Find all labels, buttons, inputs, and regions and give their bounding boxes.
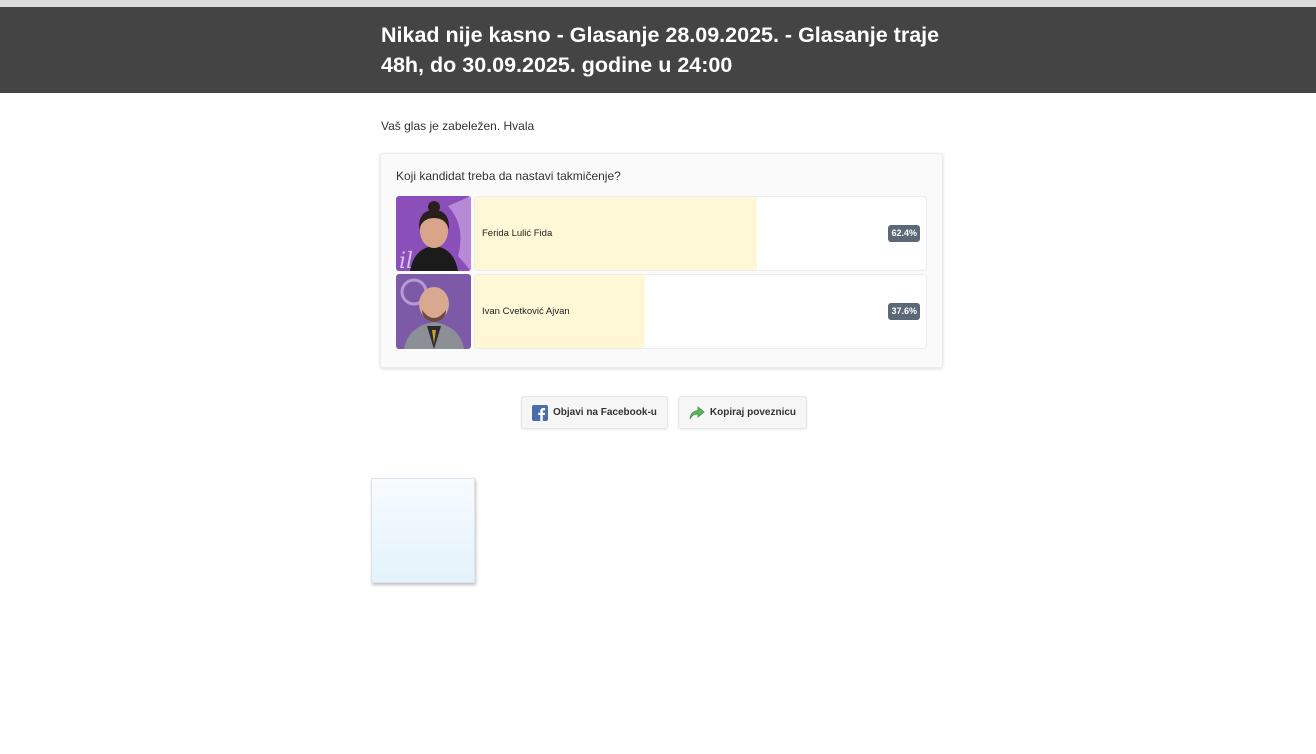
poll-option-label: Ferida Lulić Fida [482, 228, 553, 239]
vote-confirmation-message: Vaš glas je zabeležen. Hvala [381, 119, 535, 133]
ad-placeholder [371, 478, 475, 583]
percent-badge: 62.4% [888, 225, 920, 242]
poll-option-bar: Ivan Cvetković Ajvan 37.6% [474, 274, 927, 349]
copy-link-button[interactable]: Kopiraj poveznicu [677, 396, 808, 429]
share-facebook-button[interactable]: Objavi na Facebook-u [520, 396, 668, 429]
browser-top-strip [0, 0, 1316, 7]
share-facebook-label: Objavi na Facebook-u [552, 407, 657, 418]
percent-badge: 37.6% [888, 303, 920, 320]
poll-option-label: Ivan Cvetković Ajvan [482, 306, 570, 317]
candidate-photo [396, 274, 471, 349]
main-content: Vaš glas je zabeležen. Hvala Koji kandid… [380, 119, 945, 429]
poll-option: il Ferida Lulić Fida 62.4% [396, 196, 927, 271]
candidate-photo: il [396, 196, 471, 271]
poll-question: Koji kandidat treba da nastavi takmičenj… [396, 169, 621, 183]
facebook-icon [531, 404, 548, 421]
page-title: Nikad nije kasno - Glasanje 28.09.2025. … [381, 23, 940, 77]
poll-results-card: Koji kandidat treba da nastavi takmičenj… [380, 153, 943, 368]
share-buttons: Objavi na Facebook-u Kopiraj poveznicu [381, 396, 945, 429]
share-arrow-icon [689, 405, 705, 421]
poll-option: Ivan Cvetković Ajvan 37.6% [396, 274, 927, 349]
copy-link-label: Kopiraj poveznicu [709, 407, 797, 418]
page-header: Nikad nije kasno - Glasanje 28.09.2025. … [0, 7, 1316, 93]
poll-option-bar: Ferida Lulić Fida 62.4% [474, 196, 927, 271]
